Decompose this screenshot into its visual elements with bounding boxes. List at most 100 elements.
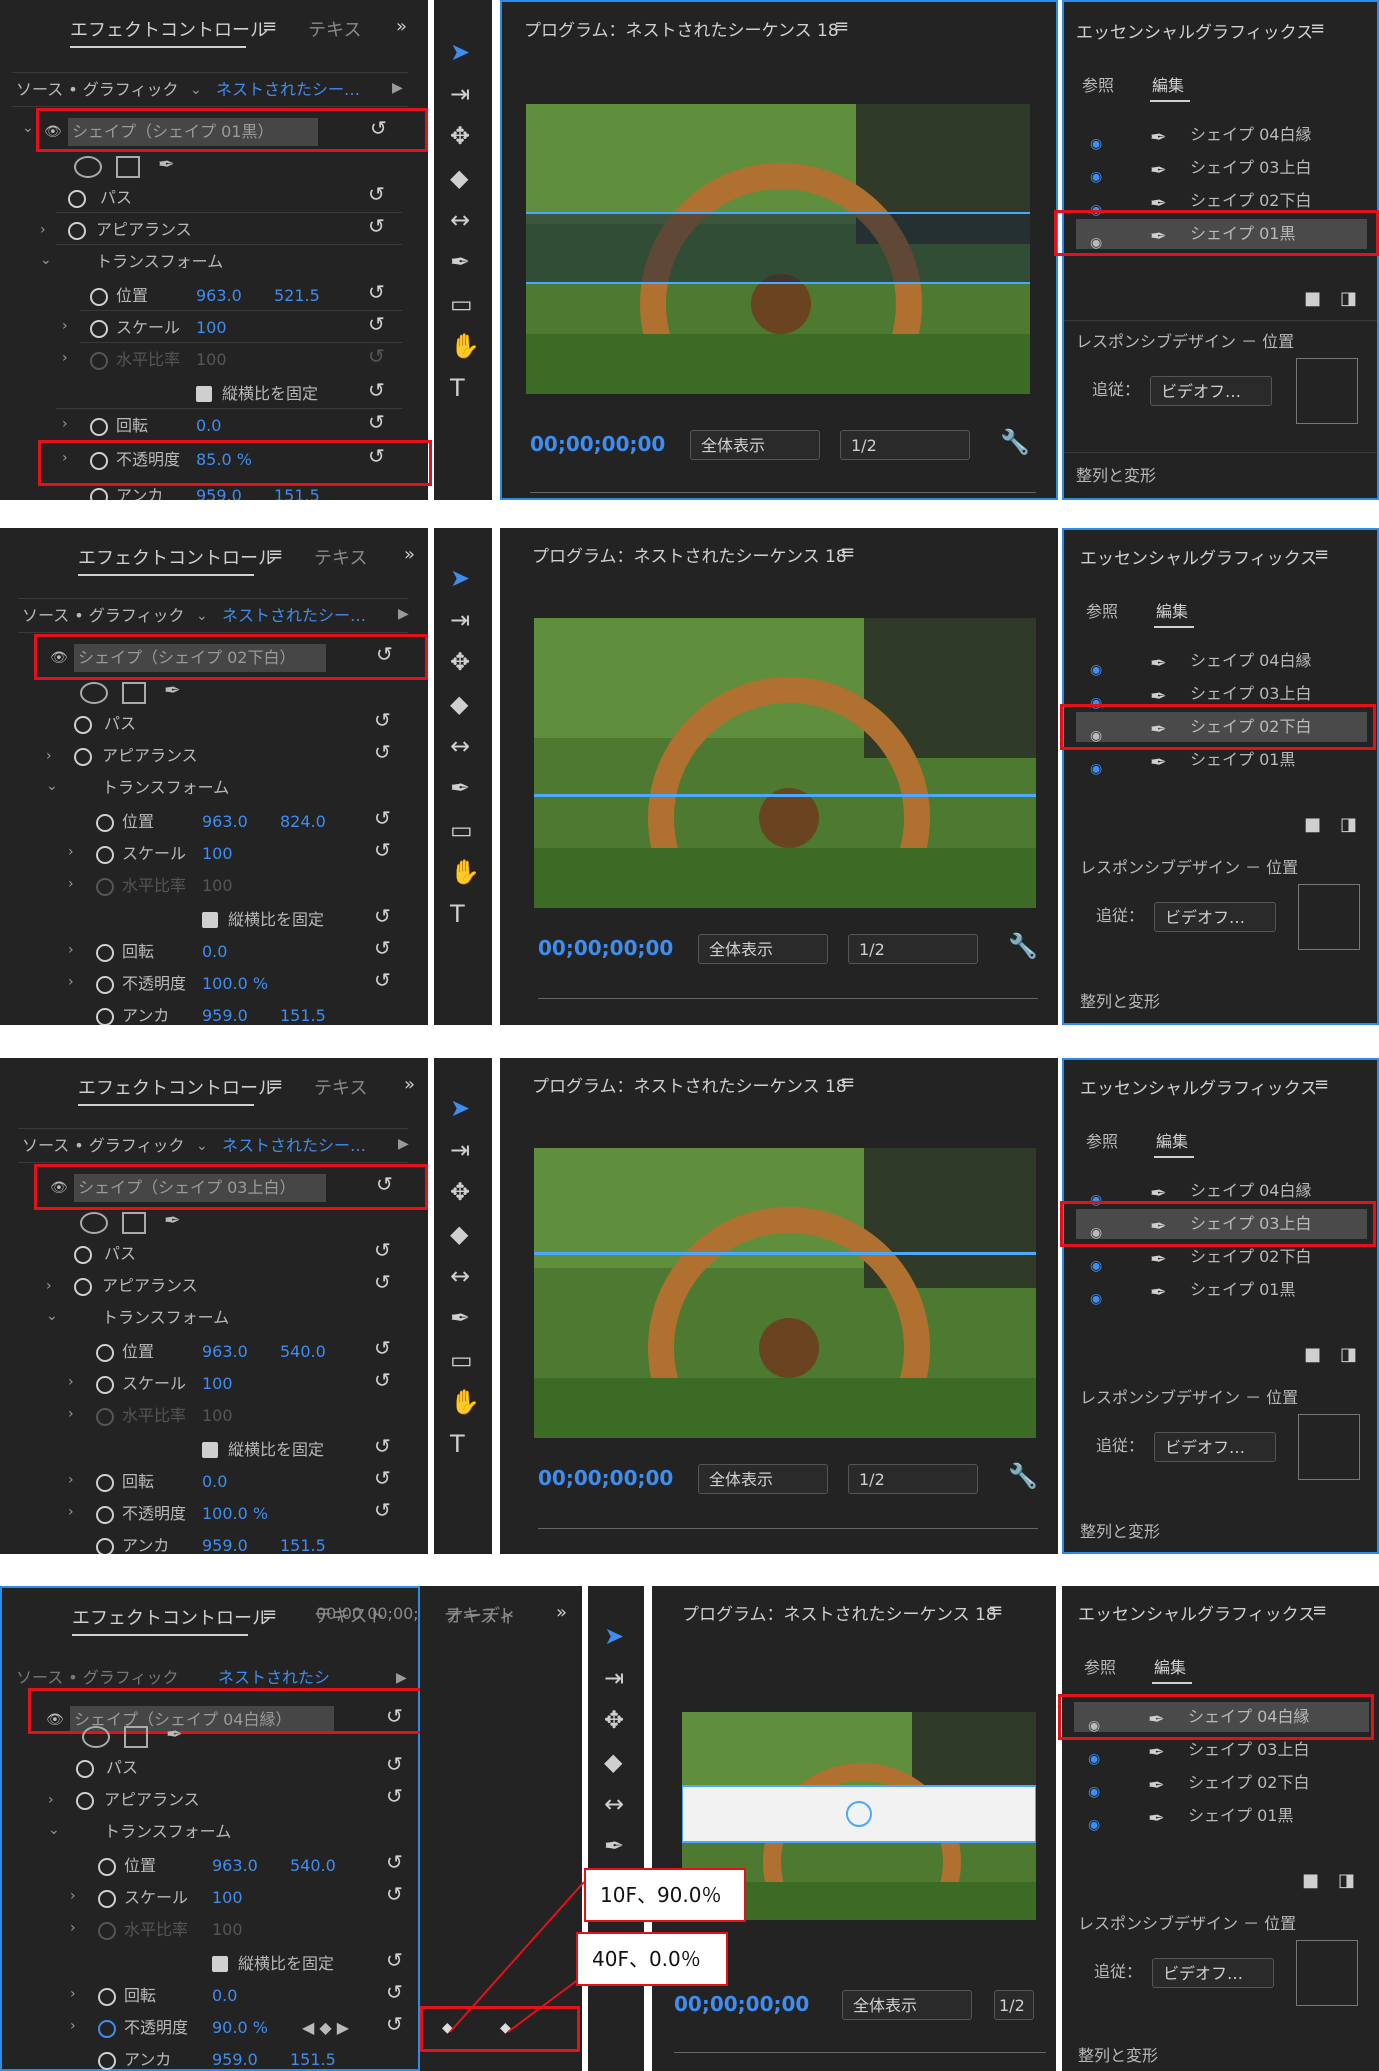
- scale-value[interactable]: 100: [202, 1370, 233, 1398]
- stopwatch-icon[interactable]: [96, 1008, 114, 1025]
- chevron-right-icon[interactable]: ›: [46, 748, 52, 764]
- position-x-value[interactable]: 963.0: [202, 1338, 248, 1366]
- reset-icon[interactable]: ↺: [374, 708, 391, 732]
- opacity-value[interactable]: 100.0 %: [202, 1500, 268, 1528]
- stopwatch-icon[interactable]: [90, 418, 108, 436]
- more-panels-icon[interactable]: »: [404, 1074, 415, 1095]
- tab-edit[interactable]: 編集: [1156, 1128, 1188, 1156]
- chevron-right-icon[interactable]: ›: [68, 844, 74, 860]
- track-select-icon[interactable]: ⇥: [450, 606, 470, 634]
- rectangle-icon[interactable]: ▭: [450, 1346, 473, 1374]
- lock-ratio-checkbox[interactable]: [196, 386, 212, 402]
- reset-icon[interactable]: ↺: [374, 1466, 391, 1490]
- rectangle-tool-icon[interactable]: [122, 1212, 146, 1234]
- layer-shape-04[interactable]: ◉ ✒ シェイプ 04白縁: [1076, 120, 1367, 152]
- track-select-icon[interactable]: ⇥: [450, 1136, 470, 1164]
- slip-icon[interactable]: ↔: [450, 732, 470, 760]
- tab-menu-icon[interactable]: ≡: [268, 544, 283, 565]
- shape-bottom-edge[interactable]: [526, 282, 1030, 284]
- lock-ratio-checkbox[interactable]: [202, 1442, 218, 1458]
- chevron-right-icon[interactable]: ›: [68, 942, 74, 958]
- folder-icon[interactable]: ■: [1304, 288, 1321, 309]
- pen-tool-icon[interactable]: ✒: [164, 676, 181, 704]
- stopwatch-icon[interactable]: [96, 944, 114, 962]
- panel-menu-icon[interactable]: ≡: [1314, 544, 1329, 565]
- wrench-icon[interactable]: 🔧: [1008, 1462, 1038, 1490]
- lock-ratio-checkbox[interactable]: [202, 912, 218, 928]
- reset-icon[interactable]: ↺: [368, 280, 385, 304]
- shape-top-edge[interactable]: [526, 212, 1030, 214]
- follow-dropdown[interactable]: ビデオフ…: [1154, 902, 1276, 932]
- stopwatch-icon[interactable]: [96, 814, 114, 832]
- panel-menu-icon[interactable]: ≡: [840, 542, 855, 563]
- pin-widget-icon[interactable]: [1296, 358, 1358, 424]
- tab-menu-icon[interactable]: ≡: [262, 16, 277, 37]
- pin-widget-icon[interactable]: [1298, 884, 1360, 950]
- reset-icon[interactable]: ↺: [374, 1270, 391, 1294]
- stopwatch-icon[interactable]: [96, 1344, 114, 1362]
- rectangle-icon[interactable]: ▭: [450, 290, 473, 318]
- pen-icon[interactable]: ✒: [450, 774, 470, 802]
- ellipse-tool-icon[interactable]: [74, 156, 102, 178]
- stopwatch-icon[interactable]: [96, 1538, 114, 1554]
- shape-bottom-line[interactable]: [534, 794, 1036, 797]
- folder-icon[interactable]: ■: [1304, 1344, 1321, 1365]
- reset-icon[interactable]: ↺: [368, 378, 385, 402]
- reset-icon[interactable]: ↺: [374, 904, 391, 928]
- tab-text[interactable]: テキス: [314, 544, 367, 570]
- panel-menu-icon[interactable]: ≡: [840, 1072, 855, 1093]
- ellipse-tool-icon[interactable]: [80, 682, 108, 704]
- stopwatch-icon[interactable]: [68, 190, 86, 208]
- reset-icon[interactable]: ↺: [374, 936, 391, 960]
- stopwatch-icon[interactable]: [96, 976, 114, 994]
- razor-icon[interactable]: ◆: [450, 1220, 468, 1248]
- wrench-icon[interactable]: 🔧: [1008, 932, 1038, 960]
- position-y-value[interactable]: 824.0: [280, 808, 326, 836]
- stopwatch-icon[interactable]: [90, 488, 108, 500]
- reset-icon[interactable]: ↺: [374, 806, 391, 830]
- target-sequence[interactable]: ネストされたシー…: [216, 76, 360, 104]
- reset-icon[interactable]: ↺: [374, 1238, 391, 1262]
- anchor-y-value[interactable]: 151.5: [280, 1002, 326, 1025]
- timeline-ruler[interactable]: [538, 998, 1038, 999]
- reset-icon[interactable]: ↺: [374, 1498, 391, 1522]
- scale-value[interactable]: 100: [196, 314, 227, 342]
- more-panels-icon[interactable]: »: [404, 544, 415, 565]
- reset-icon[interactable]: ↺: [374, 1336, 391, 1360]
- stopwatch-icon[interactable]: [90, 320, 108, 338]
- chevron-right-icon[interactable]: ›: [62, 416, 68, 432]
- timecode[interactable]: 00;00;00;00: [530, 430, 665, 458]
- chevron-down-icon[interactable]: ⌄: [22, 120, 34, 136]
- stopwatch-icon[interactable]: [96, 1506, 114, 1524]
- hand-icon[interactable]: ✋: [450, 1388, 480, 1416]
- play-arrow-icon[interactable]: ▶: [398, 1136, 409, 1152]
- reset-icon[interactable]: ↺: [374, 1368, 391, 1392]
- target-sequence[interactable]: ネストされたシー…: [222, 1132, 366, 1160]
- new-layer-icon[interactable]: ◨: [1340, 814, 1357, 835]
- pen-tool-icon[interactable]: ✒: [158, 150, 175, 178]
- panel-menu-icon[interactable]: ≡: [834, 16, 849, 37]
- anchor-x-value[interactable]: 959.0: [202, 1532, 248, 1554]
- layer-shape-04[interactable]: ◉ ✒ シェイプ 04白縁: [1076, 646, 1367, 678]
- tab-effect-controls[interactable]: エフェクトコントロール: [70, 16, 268, 42]
- scale-value[interactable]: 100: [202, 840, 233, 868]
- razor-icon[interactable]: ◆: [450, 164, 468, 192]
- layer-shape-03[interactable]: ◉ ✒ シェイプ 03上白: [1076, 153, 1367, 185]
- chevron-right-icon[interactable]: ›: [68, 1504, 74, 1520]
- resolution-dropdown[interactable]: 1/2: [848, 1464, 978, 1494]
- hand-icon[interactable]: ✋: [450, 332, 480, 360]
- stopwatch-icon[interactable]: [68, 222, 86, 240]
- zoom-dropdown[interactable]: 全体表示: [690, 430, 820, 460]
- tab-edit[interactable]: 編集: [1156, 598, 1188, 626]
- panel-menu-icon[interactable]: ≡: [1314, 1074, 1329, 1095]
- anchor-x-value[interactable]: 959.0: [196, 482, 242, 500]
- chevron-right-icon[interactable]: ›: [62, 350, 68, 366]
- zoom-dropdown[interactable]: 全体表示: [698, 1464, 828, 1494]
- reset-icon[interactable]: ↺: [374, 1434, 391, 1458]
- ripple-edit-icon[interactable]: ✥: [450, 122, 470, 150]
- ripple-edit-icon[interactable]: ✥: [450, 648, 470, 676]
- track-select-icon[interactable]: ⇥: [450, 80, 470, 108]
- eye-icon[interactable]: ◉: [1090, 1284, 1102, 1314]
- ellipse-tool-icon[interactable]: [80, 1212, 108, 1234]
- reset-icon[interactable]: ↺: [374, 740, 391, 764]
